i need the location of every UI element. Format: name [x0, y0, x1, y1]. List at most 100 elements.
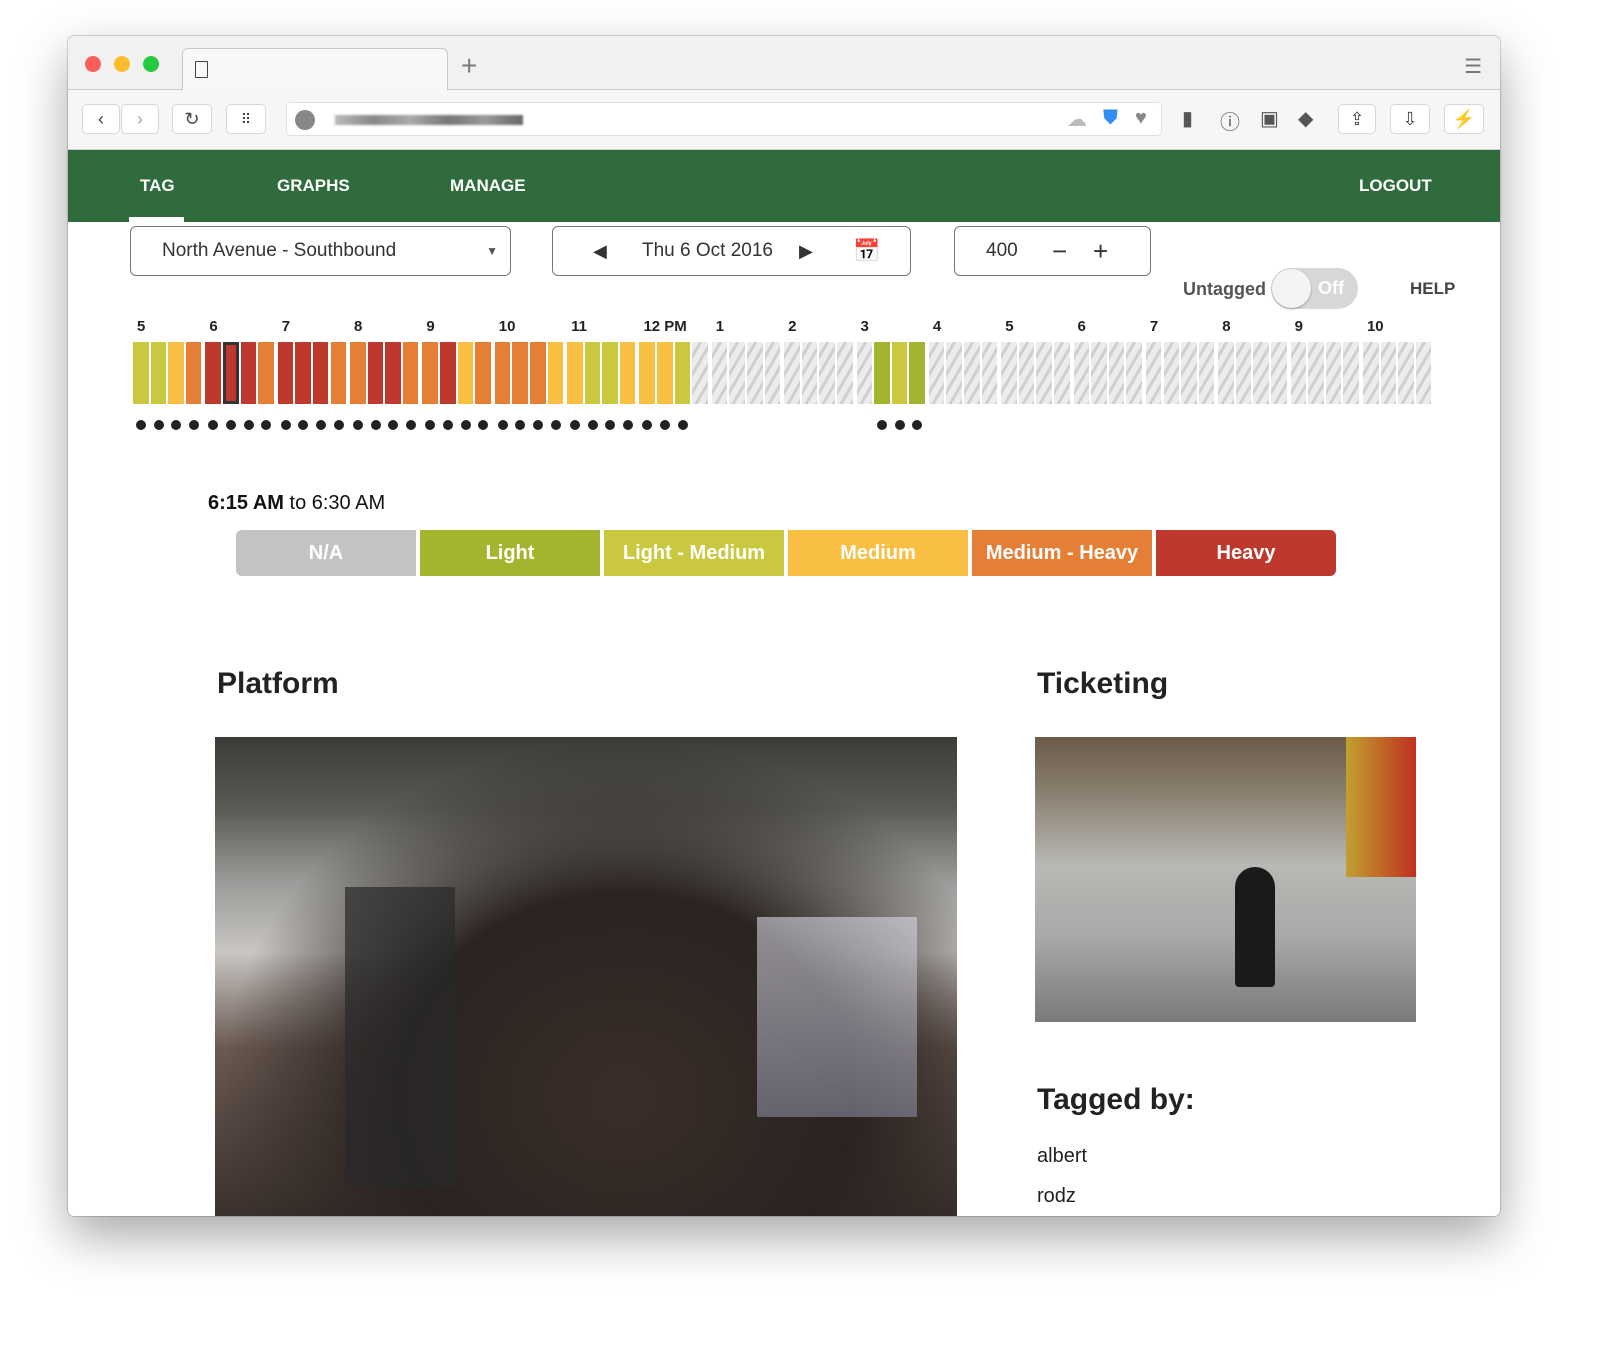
tagged-dot [550, 420, 561, 430]
minus-icon[interactable]: − [1052, 236, 1067, 267]
level-button-light[interactable]: Light [420, 530, 600, 576]
timeline-segment[interactable] [240, 342, 257, 404]
timeline-segment[interactable] [747, 342, 763, 404]
timeline-segment[interactable] [367, 342, 384, 404]
timeline-segment[interactable] [619, 342, 636, 404]
timeline-segment[interactable] [1145, 342, 1162, 404]
timeline-segment[interactable] [1018, 342, 1035, 404]
level-button-na[interactable]: N/A [236, 530, 416, 576]
train [757, 917, 917, 1117]
timeline-segment[interactable] [312, 342, 329, 404]
timeline-segment[interactable] [567, 342, 583, 404]
timeline-segment[interactable] [277, 342, 294, 404]
timeline-segment[interactable] [512, 342, 528, 404]
count-value[interactable]: 400 [986, 240, 1018, 262]
tagged-dot [587, 420, 598, 430]
timeline-segment[interactable] [350, 342, 366, 404]
level-button-medium[interactable]: Medium [788, 530, 968, 576]
timeline-segment[interactable] [1380, 342, 1397, 404]
timeline-segment[interactable] [1054, 342, 1070, 404]
timeline-segment[interactable] [1308, 342, 1324, 404]
person [1235, 867, 1275, 987]
help-link[interactable]: HELP [1410, 279, 1455, 299]
timeline-segment[interactable] [529, 342, 546, 404]
timeline-segment[interactable] [385, 342, 401, 404]
timeline-segment[interactable] [258, 342, 274, 404]
tagged-dot [570, 420, 581, 430]
timeline-segment[interactable] [946, 342, 963, 404]
timeline-segment[interactable] [1362, 342, 1379, 404]
level-button-light-medium[interactable]: Light - Medium [604, 530, 784, 576]
timeline-segment[interactable] [133, 342, 149, 404]
timeline-segment[interactable] [494, 342, 511, 404]
tagged-dot [353, 420, 364, 430]
timeline-segment[interactable] [856, 342, 873, 404]
timeline-segment[interactable] [874, 342, 890, 404]
timeline-segment[interactable] [602, 342, 618, 404]
timeline-segment[interactable] [185, 342, 202, 404]
timeline-segment[interactable] [1073, 342, 1090, 404]
timeline-segment[interactable] [1325, 342, 1342, 404]
timeline-segment[interactable] [422, 342, 438, 404]
timeline-segment[interactable] [1218, 342, 1234, 404]
timeline-segment[interactable] [1253, 342, 1270, 404]
timeline-segment[interactable] [657, 342, 673, 404]
timeline-segment[interactable] [1415, 342, 1432, 404]
timeline-segment[interactable] [150, 342, 167, 404]
tagged-dot [515, 420, 526, 430]
level-button-medium-heavy[interactable]: Medium - Heavy [972, 530, 1152, 576]
timeline-segment[interactable] [801, 342, 818, 404]
tagged-dot [298, 420, 309, 430]
timeline-segment[interactable] [1398, 342, 1414, 404]
timeline-segment[interactable] [784, 342, 800, 404]
timeline-segment[interactable] [639, 342, 656, 404]
timeline-segment[interactable] [729, 342, 745, 404]
tagged-by-list: albert rodz [1037, 1136, 1087, 1216]
timeline-segment[interactable] [1181, 342, 1197, 404]
timeline-segment[interactable] [674, 342, 691, 404]
timeline-segment[interactable] [1036, 342, 1052, 404]
timeline-segment[interactable] [584, 342, 601, 404]
timeline-segment[interactable] [440, 342, 456, 404]
timeline-segment[interactable] [457, 342, 474, 404]
timeline-segment[interactable] [402, 342, 419, 404]
timeline-segment[interactable] [928, 342, 945, 404]
timeline-segment[interactable] [1001, 342, 1017, 404]
timeline-segment[interactable] [1290, 342, 1307, 404]
timeline-segment[interactable] [1343, 342, 1359, 404]
timeline-segment[interactable] [1163, 342, 1180, 404]
timeline-segment[interactable] [891, 342, 908, 404]
timeline-segment[interactable] [168, 342, 184, 404]
timeline-segment[interactable] [692, 342, 708, 404]
date-value: Thu 6 Oct 2016 [642, 240, 773, 261]
timeline-segment[interactable] [1091, 342, 1107, 404]
timeline-segment-selected[interactable] [222, 342, 239, 404]
timeline-segment[interactable] [711, 342, 728, 404]
timeline-segment[interactable] [295, 342, 311, 404]
timeline-segment[interactable] [330, 342, 347, 404]
timeline-segment[interactable] [1198, 342, 1215, 404]
prev-day-button[interactable]: ◀ [593, 241, 607, 262]
plus-icon[interactable]: + [1093, 236, 1108, 267]
next-day-button[interactable]: ▶ [799, 241, 813, 262]
timeline-segment[interactable] [547, 342, 564, 404]
timeline-segment[interactable] [475, 342, 491, 404]
ticketing-title: Ticketing [1037, 667, 1169, 700]
station-select[interactable]: North Avenue - Southbound ▼ [130, 226, 511, 276]
timeline-segment[interactable] [1108, 342, 1125, 404]
calendar-icon[interactable]: 📅 [853, 238, 880, 264]
timeline-segment[interactable] [819, 342, 835, 404]
level-button-heavy[interactable]: Heavy [1156, 530, 1336, 576]
timeline-segment[interactable] [909, 342, 925, 404]
timeline-segment[interactable] [964, 342, 980, 404]
timeline-segment[interactable] [205, 342, 221, 404]
hour-label: 3 [860, 318, 869, 335]
timeline-segment[interactable] [764, 342, 781, 404]
timeline-segment[interactable] [981, 342, 998, 404]
timeline-segment[interactable] [1126, 342, 1142, 404]
untagged-toggle[interactable]: Off [1271, 268, 1358, 309]
timeline-segment[interactable] [1235, 342, 1252, 404]
timeline-segment[interactable] [836, 342, 853, 404]
tagged-dot [877, 420, 888, 430]
timeline-segment[interactable] [1271, 342, 1287, 404]
